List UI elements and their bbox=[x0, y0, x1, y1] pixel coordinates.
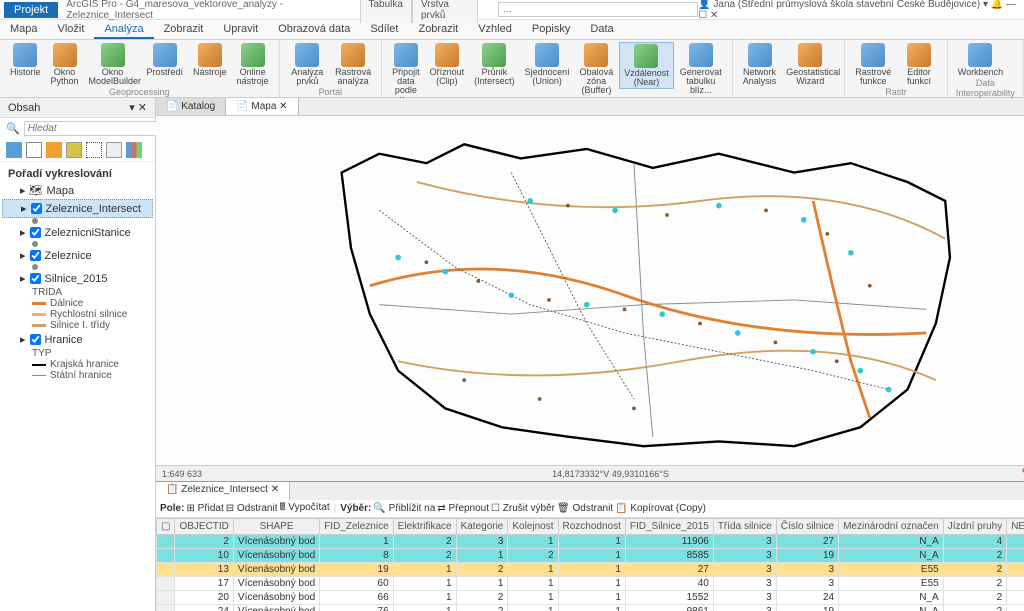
ribbon-tool[interactable]: Okno ModelBuilder bbox=[85, 42, 141, 87]
list-by-edit-icon[interactable] bbox=[66, 142, 82, 158]
legend-item: Silnice I. třídy bbox=[2, 320, 153, 331]
column-header[interactable]: Kategorie bbox=[456, 519, 508, 535]
legend-item: Státní hranice bbox=[2, 370, 153, 381]
contents-menu[interactable]: ▾ ✕ bbox=[129, 101, 147, 114]
copy-rows-button[interactable]: 📋 Kopírovat (Copy) bbox=[615, 503, 706, 514]
table-row[interactable]: 17Vícenásobný bod6011114033E552-1-1 bbox=[157, 577, 1024, 591]
ribbon-tool[interactable]: Geostatistical Wizard bbox=[782, 42, 838, 87]
ribbon-tool[interactable]: Historie bbox=[6, 42, 45, 78]
scale-display[interactable]: 1:649 633 bbox=[162, 469, 202, 479]
ribbon-tool[interactable]: Analýza prvků bbox=[286, 42, 329, 87]
list-by-source-icon[interactable] bbox=[26, 142, 42, 158]
ribbon-tool[interactable]: Oříznout (Clip) bbox=[426, 42, 469, 87]
command-search[interactable] bbox=[498, 2, 698, 17]
map-frame[interactable]: ▸ 🗺 Mapa bbox=[2, 182, 153, 199]
coords-display: 14,8173332°V 49,9310166°S bbox=[552, 469, 669, 479]
ribbon-tool[interactable]: Generovat tabulku blíz... bbox=[676, 42, 726, 96]
ribbon-tab-zobrazit[interactable]: Zobrazit bbox=[408, 20, 468, 39]
layer-item[interactable]: ▸ ZeleznicniStanice bbox=[2, 224, 153, 241]
ribbon-tab-zobrazit[interactable]: Zobrazit bbox=[154, 20, 214, 39]
zoom-to-button[interactable]: 🔍 Přiblížit na bbox=[373, 503, 435, 514]
column-header[interactable]: FID_Zeleznice bbox=[320, 519, 393, 535]
table-row[interactable]: 2Vícenásobný bod1231111906327N_A4255547,… bbox=[157, 535, 1024, 549]
ribbon-tool[interactable]: Průnik (Intersect) bbox=[470, 42, 519, 87]
ribbon-tool[interactable]: Rastrové funkce bbox=[851, 42, 895, 87]
legend-item: Krajská hranice bbox=[2, 359, 153, 370]
legend-item: Dálnice bbox=[2, 298, 153, 309]
table-row[interactable]: 20Vícenásobný bod6612111552324N_A2-1-1 bbox=[157, 591, 1024, 605]
view-tab[interactable]: 📄 Katalog bbox=[156, 98, 226, 115]
ribbon-tab-popisky[interactable]: Popisky bbox=[522, 20, 581, 39]
ribbon-tab-vložit[interactable]: Vložit bbox=[48, 20, 95, 39]
clear-sel-button[interactable]: ☐ Zrušit výběr bbox=[491, 503, 555, 514]
column-header[interactable]: Číslo silnice bbox=[776, 519, 838, 535]
ribbon-tab-analýza[interactable]: Analýza bbox=[94, 20, 153, 39]
add-field-button[interactable]: ⊞ Přidat bbox=[186, 503, 223, 514]
layer-item[interactable]: ▸ Zeleznice_Intersect bbox=[2, 199, 153, 218]
column-header[interactable]: Kolejnost bbox=[508, 519, 558, 535]
column-header[interactable]: NEAR_FID bbox=[1007, 519, 1024, 535]
ribbon-tool[interactable]: Nástroje bbox=[189, 42, 231, 78]
list-by-selection-icon[interactable] bbox=[46, 142, 62, 158]
map-view[interactable] bbox=[156, 116, 1024, 465]
table-toolbar: Pole: ⊞ Přidat ⊟ Odstranit 🖩 Vypočítat |… bbox=[156, 500, 1024, 518]
ribbon-tab-upravit[interactable]: Upravit bbox=[213, 20, 268, 39]
drawing-order-title: Pořadí vykreslování bbox=[2, 166, 153, 182]
ribbon-tool[interactable]: Připojit data podle u... bbox=[388, 42, 424, 105]
column-header[interactable]: Elektrifikace bbox=[393, 519, 456, 535]
list-by-chart-icon[interactable] bbox=[126, 142, 142, 158]
list-by-label-icon[interactable] bbox=[106, 142, 122, 158]
layer-item[interactable]: ▸ Hranice bbox=[2, 331, 153, 348]
table-row[interactable]: 24Vícenásobný bod7612119861319N_A2-1-1 bbox=[157, 605, 1024, 611]
ribbon-tool[interactable]: Rastrová analýza bbox=[331, 42, 375, 87]
table-row[interactable]: 13Vícenásobný bod1912112733E552-1-1 bbox=[157, 563, 1024, 577]
layer-item[interactable]: ▸ Zeleznice bbox=[2, 247, 153, 264]
calc-field-button[interactable]: 🖩 Vypočítat bbox=[280, 500, 330, 517]
ribbon-tool[interactable]: Sjednocení (Union) bbox=[521, 42, 574, 87]
column-header[interactable]: Rozchodnost bbox=[558, 519, 625, 535]
ribbon-tab-sdílet[interactable]: Sdílet bbox=[360, 20, 408, 39]
ribbon-tab-vzhled[interactable]: Vzhled bbox=[468, 20, 522, 39]
ribbon-tool[interactable]: Online nástroje bbox=[233, 42, 273, 87]
ribbon-tool[interactable]: Okno Python bbox=[47, 42, 83, 87]
del-field-button[interactable]: ⊟ Odstranit bbox=[226, 503, 278, 514]
selection-count: 📍 Vybrané prvky: 442 | ⟳ bbox=[1019, 468, 1024, 479]
app-name: ArcGIS Pro - G4_maresova_vektorove_analy… bbox=[66, 0, 355, 21]
ribbon-tool[interactable]: Vzdálenost (Near) bbox=[619, 42, 674, 89]
column-header[interactable]: SHAPE bbox=[233, 519, 319, 535]
switch-sel-button[interactable]: ⇄ Přepnout bbox=[437, 503, 489, 514]
contents-search[interactable] bbox=[24, 121, 166, 136]
ribbon-tab-mapa[interactable]: Mapa bbox=[0, 20, 48, 39]
table-row[interactable]: 10Vícenásobný bod821218585319N_A2487636,… bbox=[157, 549, 1024, 563]
layer-item[interactable]: ▸ Silnice_2015 bbox=[2, 270, 153, 287]
ribbon-tool[interactable]: Workbench bbox=[954, 42, 1007, 78]
legend-item: Rychlostní silnice bbox=[2, 309, 153, 320]
user-label: 👤 Jana (Střední průmyslová škola stavebn… bbox=[698, 0, 1020, 21]
ribbon-tool[interactable]: Editor funkcí bbox=[897, 42, 940, 87]
project-button[interactable]: Projekt bbox=[4, 2, 58, 18]
column-header[interactable]: Mezinárodní označen bbox=[839, 519, 944, 535]
ribbon-tool[interactable]: Network Analysis bbox=[739, 42, 781, 87]
column-header[interactable]: Jízdní pruhy bbox=[943, 519, 1006, 535]
del-rows-button[interactable]: 🗑 Odstranit bbox=[557, 503, 613, 514]
column-header[interactable]: Třída silnice bbox=[713, 519, 776, 535]
column-header[interactable]: FID_Silnice_2015 bbox=[625, 519, 713, 535]
ribbon-tab-data[interactable]: Data bbox=[580, 20, 623, 39]
view-tab[interactable]: 📄 Mapa ✕ bbox=[226, 98, 298, 115]
column-header[interactable]: OBJECTID bbox=[175, 519, 233, 535]
contents-title: Obsah bbox=[8, 102, 40, 114]
table-tab[interactable]: 📋 Zeleznice_Intersect ✕ bbox=[156, 482, 290, 500]
list-by-drawing-icon[interactable] bbox=[6, 142, 22, 158]
ribbon-tab-obrazová data[interactable]: Obrazová data bbox=[268, 20, 360, 39]
ribbon-tool[interactable]: Prostředí bbox=[143, 42, 188, 78]
list-by-snap-icon[interactable] bbox=[86, 142, 102, 158]
ribbon-tool[interactable]: Obalová zóna (Buffer) bbox=[576, 42, 618, 96]
